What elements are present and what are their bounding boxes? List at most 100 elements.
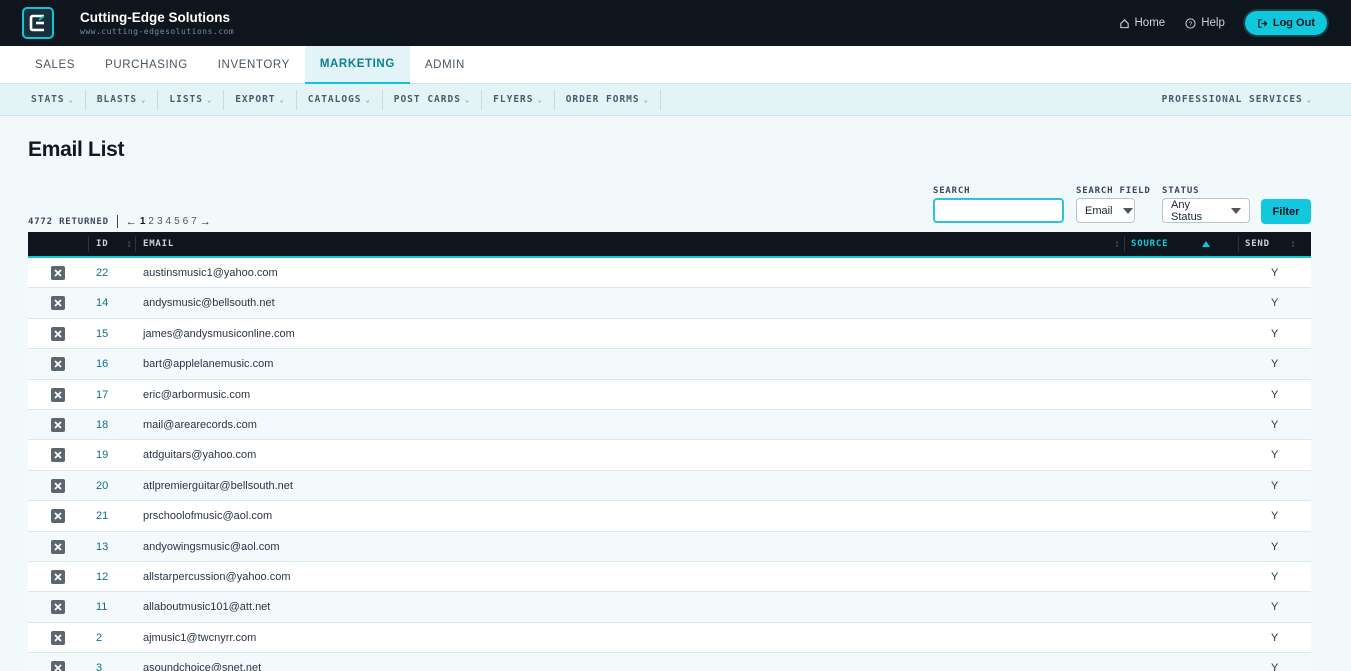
subnav-professional-services[interactable]: PROFESSIONAL SERVICES ⌄: [1151, 90, 1323, 110]
column-header-send[interactable]: SEND: [1245, 232, 1270, 256]
row-id[interactable]: 16: [96, 358, 108, 370]
column-header-source[interactable]: SOURCE: [1131, 232, 1168, 256]
delete-icon[interactable]: [51, 509, 65, 524]
row-send: Y: [1271, 418, 1279, 431]
row-send: Y: [1271, 570, 1279, 583]
row-send: Y: [1271, 388, 1279, 401]
subnav-lists[interactable]: LISTS ⌄: [158, 89, 225, 110]
subnav-catalogs[interactable]: CATALOGS ⌄: [297, 89, 383, 110]
delete-icon[interactable]: [51, 539, 65, 554]
subnav-blasts[interactable]: BLASTS ⌄: [86, 89, 159, 110]
search-input[interactable]: [933, 198, 1064, 223]
chevron-down-icon: ⌄: [464, 95, 471, 104]
subnav-lists-label: LISTS: [169, 94, 203, 105]
brand-url: www.cutting-edgesolutions.com: [80, 27, 235, 36]
page-link-6[interactable]: 6: [183, 216, 189, 227]
logout-icon: [1257, 18, 1268, 29]
delete-icon[interactable]: [51, 266, 65, 280]
column-header-email[interactable]: EMAIL: [143, 232, 174, 256]
page-link-5[interactable]: 5: [174, 216, 180, 227]
row-id[interactable]: 11: [96, 601, 107, 613]
row-email: mail@arearecords.com: [143, 418, 257, 431]
page-link-2[interactable]: 2: [148, 216, 154, 227]
tab-inventory[interactable]: INVENTORY: [203, 46, 305, 84]
row-send: Y: [1271, 510, 1279, 523]
table-row: 3 asoundchoice@snet.net Y: [28, 653, 1311, 671]
delete-icon[interactable]: [51, 661, 65, 671]
row-id[interactable]: 12: [96, 571, 108, 583]
search-field-group: SEARCH FIELD Email: [1076, 186, 1151, 223]
delete-icon[interactable]: [51, 326, 65, 341]
row-id[interactable]: 15: [96, 328, 108, 340]
chevron-down-icon: ⌄: [365, 95, 371, 104]
prev-page-icon[interactable]: ←: [126, 216, 137, 228]
row-email: prschoolofmusic@aol.com: [143, 510, 273, 523]
page-link-3[interactable]: 3: [157, 216, 163, 227]
table-row: 17 eric@arbormusic.com Y: [28, 379, 1311, 410]
row-email: asoundchoice@snet.net: [143, 662, 262, 671]
row-id[interactable]: 13: [96, 541, 108, 553]
row-email: austinsmusic1@yahoo.com: [143, 267, 278, 279]
tab-marketing[interactable]: MARKETING: [304, 46, 410, 84]
subnav-stats-label: STATS: [31, 94, 65, 105]
delete-icon[interactable]: [51, 478, 65, 493]
sort-icon: ▵ ▿: [127, 238, 133, 250]
home-link[interactable]: Home: [1119, 17, 1166, 29]
page-link-1[interactable]: 1: [140, 216, 146, 227]
search-field-value: Email: [1085, 204, 1113, 217]
row-id[interactable]: 14: [96, 297, 108, 309]
main-nav: SALES PURCHASING INVENTORY MARKETING ADM…: [0, 46, 1351, 84]
delete-icon[interactable]: [51, 448, 65, 463]
tab-admin[interactable]: ADMIN: [410, 46, 480, 84]
delete-icon[interactable]: [51, 630, 65, 645]
delete-icon[interactable]: [51, 357, 65, 372]
chevron-down-icon: ⌄: [141, 95, 147, 104]
sort-icon: ▵ ▿: [1115, 238, 1121, 250]
home-label: Home: [1134, 17, 1166, 29]
status-select[interactable]: Any Status: [1162, 198, 1250, 223]
chevron-down-icon: ⌄: [279, 95, 285, 104]
delete-icon[interactable]: [51, 387, 65, 402]
search-field-select[interactable]: Email: [1076, 198, 1135, 223]
subnav-order-forms[interactable]: ORDER FORMS ⌄: [555, 89, 661, 110]
row-id[interactable]: 20: [96, 480, 108, 492]
logout-button[interactable]: Log Out: [1244, 11, 1327, 35]
home-icon: [1119, 18, 1130, 29]
table-row: 20 atlpremierguitar@bellsouth.net Y: [28, 470, 1311, 502]
row-id[interactable]: 19: [96, 449, 108, 461]
row-id[interactable]: 18: [96, 419, 108, 431]
tab-purchasing[interactable]: PURCHASING: [90, 46, 203, 84]
divider: [116, 215, 118, 228]
table-row: 2 ajmusic1@twcnyrr.com Y: [28, 622, 1311, 654]
row-send: Y: [1271, 267, 1279, 279]
row-id[interactable]: 17: [96, 389, 108, 401]
table-row: 16 bart@applelanemusic.com Y: [28, 349, 1311, 380]
subnav-post-cards[interactable]: POST CARDS ⌄: [383, 89, 483, 110]
delete-icon[interactable]: [51, 600, 65, 615]
column-header-id[interactable]: ID: [96, 232, 108, 256]
row-email: eric@arbormusic.com: [143, 388, 251, 401]
next-page-icon[interactable]: →: [200, 216, 211, 228]
subnav-stats[interactable]: STATS ⌄: [20, 89, 86, 110]
delete-icon[interactable]: [51, 417, 65, 432]
pagination: ← 1 2 3 4 5 6 7 →: [126, 216, 214, 228]
logo[interactable]: [22, 7, 54, 39]
chevron-down-icon: ⌄: [643, 95, 649, 104]
row-id[interactable]: 3: [96, 662, 102, 671]
row-id[interactable]: 21: [96, 510, 108, 522]
page-link-7[interactable]: 7: [191, 216, 197, 227]
row-email: allstarpercussion@yahoo.com: [143, 570, 291, 583]
row-id[interactable]: 22: [96, 267, 108, 279]
column-divider: [1238, 236, 1239, 252]
chevron-down-icon: ⌄: [537, 95, 543, 104]
filter-button[interactable]: Filter: [1261, 199, 1311, 224]
help-link[interactable]: ? Help: [1185, 17, 1225, 29]
subnav-export[interactable]: EXPORT ⌄: [224, 89, 297, 110]
row-id[interactable]: 2: [96, 632, 102, 644]
subnav-flyers[interactable]: FLYERS ⌄: [482, 89, 555, 110]
delete-icon[interactable]: [51, 296, 65, 311]
page-link-4[interactable]: 4: [166, 216, 172, 227]
delete-icon[interactable]: [51, 569, 65, 584]
brand-name: Cutting-Edge Solutions: [80, 10, 230, 25]
tab-sales[interactable]: SALES: [20, 46, 90, 84]
